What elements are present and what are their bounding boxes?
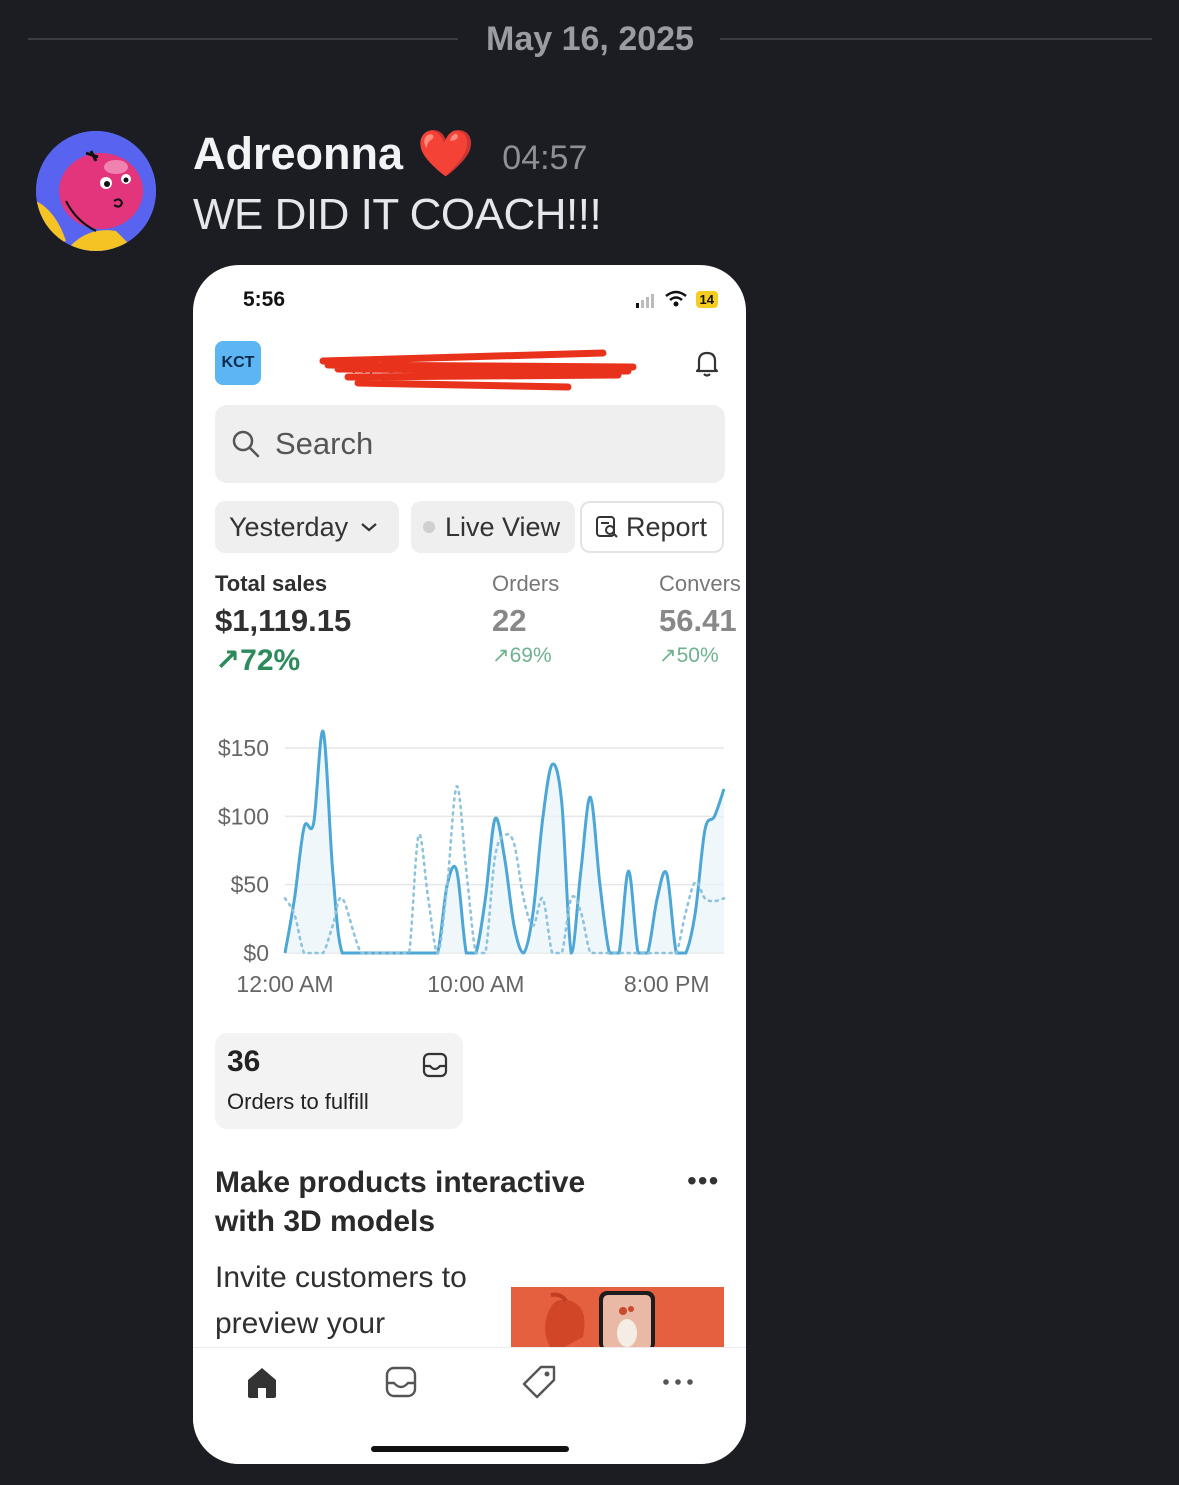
status-bar-icons: 14 (635, 290, 718, 308)
sales-chart: $150 $100 $50 $0 12:00 AM 10:00 AM 8:00 PM (218, 730, 726, 997)
orders-icon[interactable] (381, 1362, 421, 1402)
store-badge[interactable]: KCT (215, 341, 261, 385)
message-author[interactable]: Adreonna (193, 128, 403, 180)
report-label: Report (626, 511, 708, 542)
metric-value: 22 (492, 603, 527, 638)
promo-image (511, 1287, 724, 1349)
live-view-label: Live View (445, 511, 561, 542)
x-tick-label: 10:00 AM (427, 971, 524, 997)
fulfill-count: 36 (227, 1045, 261, 1078)
date-range-label: Yesterday (229, 511, 349, 542)
metric-conversion[interactable]: Convers 56.41 ↗50% (659, 571, 741, 668)
avatar-illustration (36, 131, 156, 251)
date-divider-right (720, 38, 1152, 40)
fulfill-label: Orders to fulfill (227, 1089, 369, 1114)
promo-more-button[interactable]: ••• (687, 1165, 719, 1197)
report-button[interactable]: Report (580, 501, 724, 553)
redaction-scribble (319, 349, 637, 391)
metric-total-sales[interactable]: Total sales $1,119.15 ↗72% (215, 571, 351, 678)
date-divider-left (28, 38, 458, 40)
user-avatar[interactable] (36, 131, 156, 251)
bell-icon[interactable] (691, 347, 723, 379)
home-indicator (371, 1446, 569, 1452)
y-tick-label: $50 (231, 872, 269, 898)
products-icon[interactable] (519, 1362, 559, 1402)
battery-icon: 14 (695, 290, 718, 308)
more-icon[interactable] (658, 1362, 698, 1402)
heart-badge-icon: ❤️ (417, 127, 475, 179)
search-icon (232, 430, 260, 458)
live-dot-icon (423, 521, 435, 533)
inbox-icon (422, 1052, 448, 1078)
metric-label: Convers (659, 571, 741, 596)
message-timestamp: 04:57 (502, 139, 588, 177)
report-icon (596, 516, 618, 538)
date-separator: May 16, 2025 (486, 20, 694, 58)
live-view-button[interactable]: Live View (411, 501, 575, 553)
orders-to-fulfill-card[interactable]: 36 Orders to fulfill (215, 1033, 463, 1129)
promo-body: Invite customers to preview your (215, 1261, 467, 1340)
metric-change: ↗72% (215, 644, 301, 677)
x-tick-label: 12:00 AM (236, 971, 333, 997)
attached-screenshot[interactable]: 5:56 14 KCT Ky Co Search Yesterday Live … (193, 265, 746, 1464)
signal-icon (635, 290, 656, 308)
status-bar-time: 5:56 (243, 288, 286, 311)
metric-change: ↗69% (492, 644, 552, 667)
metric-change: ↗50% (659, 644, 719, 667)
promo-title: Make products interactive with 3D models (215, 1166, 586, 1238)
y-tick-label: $0 (243, 940, 269, 966)
x-tick-label: 8:00 PM (624, 971, 710, 997)
metric-value: $1,119.15 (215, 603, 352, 638)
search-placeholder: Search (275, 426, 374, 461)
metric-label: Orders (492, 571, 560, 596)
wifi-icon (664, 290, 687, 307)
y-tick-label: $100 (218, 803, 269, 829)
message-text: WE DID IT COACH!!! (193, 190, 602, 239)
chevron-down-icon (361, 523, 377, 532)
home-icon[interactable] (242, 1362, 282, 1402)
metric-value: 56.41 (659, 603, 737, 638)
y-tick-label: $150 (218, 735, 269, 761)
search-input[interactable]: Search (215, 405, 725, 483)
date-range-select[interactable]: Yesterday (215, 501, 399, 553)
metric-orders[interactable]: Orders 22 ↗69% (492, 571, 559, 668)
metric-label: Total sales (215, 571, 328, 596)
